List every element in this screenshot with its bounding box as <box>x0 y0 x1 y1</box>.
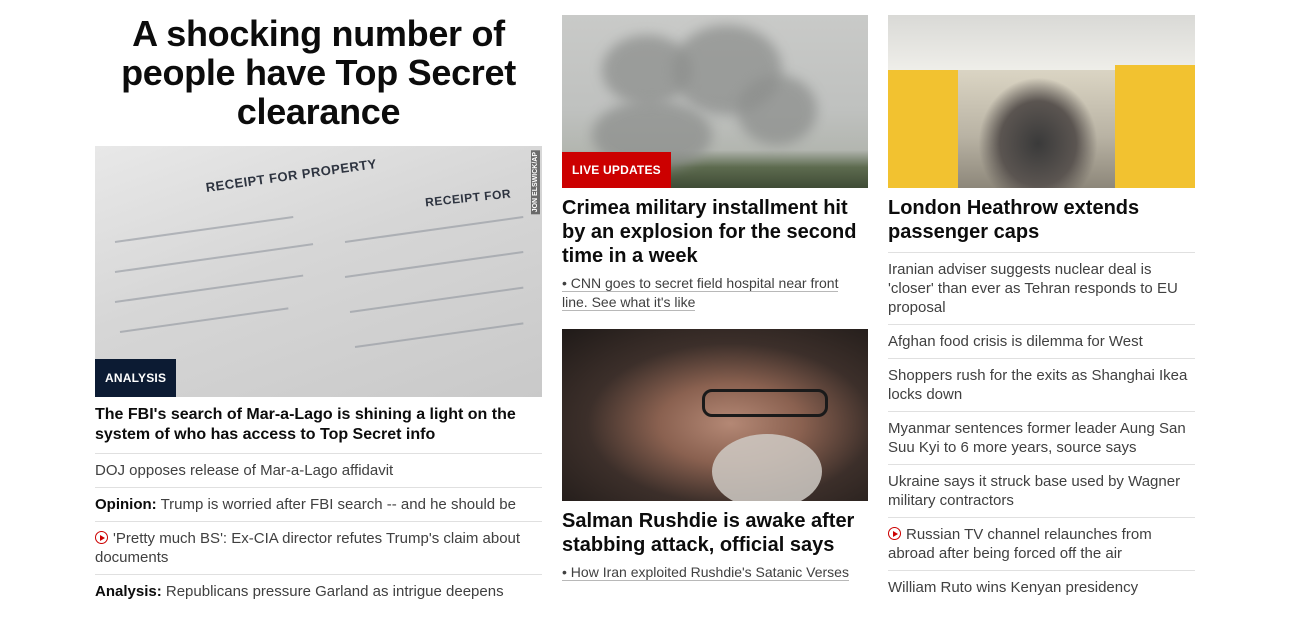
image-credit: JON ELSWICK/AP <box>531 150 540 215</box>
analysis-badge: ANALYSIS <box>95 359 177 397</box>
beard-shape <box>712 434 822 501</box>
list-item-text: Myanmar sentences former leader Aung San… <box>888 420 1186 456</box>
list-item-text: Republicans pressure Garland as intrigue… <box>165 583 504 600</box>
list-item-text: Russian TV channel relaunches from abroa… <box>888 526 1152 562</box>
list-item-prefix: Analysis: <box>95 583 162 600</box>
list-item-prefix: Opinion: <box>95 496 157 513</box>
glasses-shape <box>702 389 828 417</box>
crimea-story-title[interactable]: Crimea military installment hit by an ex… <box>562 196 868 268</box>
right-column: London Heathrow extends passenger caps I… <box>888 0 1195 604</box>
rushdie-portrait-image[interactable] <box>562 329 868 501</box>
list-item[interactable]: Ukraine says it struck base used by Wagn… <box>888 464 1195 517</box>
list-item[interactable]: Opinion: Trump is worried after FBI sear… <box>95 487 542 521</box>
list-item-text: Iranian adviser suggests nuclear deal is… <box>888 261 1178 316</box>
live-updates-badge: LIVE UPDATES <box>562 152 671 188</box>
field-hospital-link[interactable]: • CNN goes to secret field hospital near… <box>562 275 839 311</box>
list-item-text: 'Pretty much BS': Ex-CIA director refute… <box>95 530 521 566</box>
list-item[interactable]: William Ruto wins Kenyan presidency <box>888 570 1195 604</box>
list-item[interactable]: 'Pretty much BS': Ex-CIA director refute… <box>95 521 542 574</box>
list-item-text: Shoppers rush for the exits as Shanghai … <box>888 367 1188 403</box>
lead-story-image[interactable]: RECEIPT FOR PROPERTY RECEIPT FOR JON ELS… <box>95 146 542 397</box>
video-play-icon <box>888 527 901 540</box>
video-play-icon <box>95 531 108 544</box>
lead-story-column: A shocking number of people have Top Sec… <box>95 0 542 608</box>
list-item[interactable]: DOJ opposes release of Mar-a-Lago affida… <box>95 453 542 487</box>
list-item[interactable]: Afghan food crisis is dilemma for West <box>888 324 1195 358</box>
list-item[interactable]: Analysis: Republicans pressure Garland a… <box>95 574 542 608</box>
list-item-text: Ukraine says it struck base used by Wagn… <box>888 473 1181 509</box>
lead-story-title[interactable]: The FBI's search of Mar-a-Lago is shinin… <box>95 405 542 445</box>
related-links-list: DOJ opposes release of Mar-a-Lago affida… <box>95 453 542 608</box>
list-item-text: Trump is worried after FBI search -- and… <box>160 496 516 513</box>
list-item[interactable]: Myanmar sentences former leader Aung San… <box>888 411 1195 464</box>
heathrow-image[interactable] <box>888 15 1195 188</box>
doc-title-text: RECEIPT FOR PROPERTY <box>204 156 378 195</box>
middle-column: LIVE UPDATES Crimea military installment… <box>562 0 868 582</box>
crimea-explosion-image[interactable]: LIVE UPDATES <box>562 15 868 188</box>
list-item[interactable]: Iranian adviser suggests nuclear deal is… <box>888 252 1195 324</box>
rushdie-story-title[interactable]: Salman Rushdie is awake after stabbing a… <box>562 509 868 557</box>
doc-title-text-2: RECEIPT FOR <box>424 186 512 210</box>
headlines-list: Iranian adviser suggests nuclear deal is… <box>888 252 1195 604</box>
list-item-text: William Ruto wins Kenyan presidency <box>888 579 1139 596</box>
satanic-verses-link[interactable]: • How Iran exploited Rushdie's Satanic V… <box>562 564 849 581</box>
list-item-text: DOJ opposes release of Mar-a-Lago affida… <box>95 462 394 479</box>
lead-headline[interactable]: A shocking number of people have Top Sec… <box>95 14 542 131</box>
heathrow-story-title[interactable]: London Heathrow extends passenger caps <box>888 196 1195 244</box>
list-item[interactable]: Shoppers rush for the exits as Shanghai … <box>888 358 1195 411</box>
list-item-text: Afghan food crisis is dilemma for West <box>888 333 1143 350</box>
list-item[interactable]: Russian TV channel relaunches from abroa… <box>888 517 1195 570</box>
